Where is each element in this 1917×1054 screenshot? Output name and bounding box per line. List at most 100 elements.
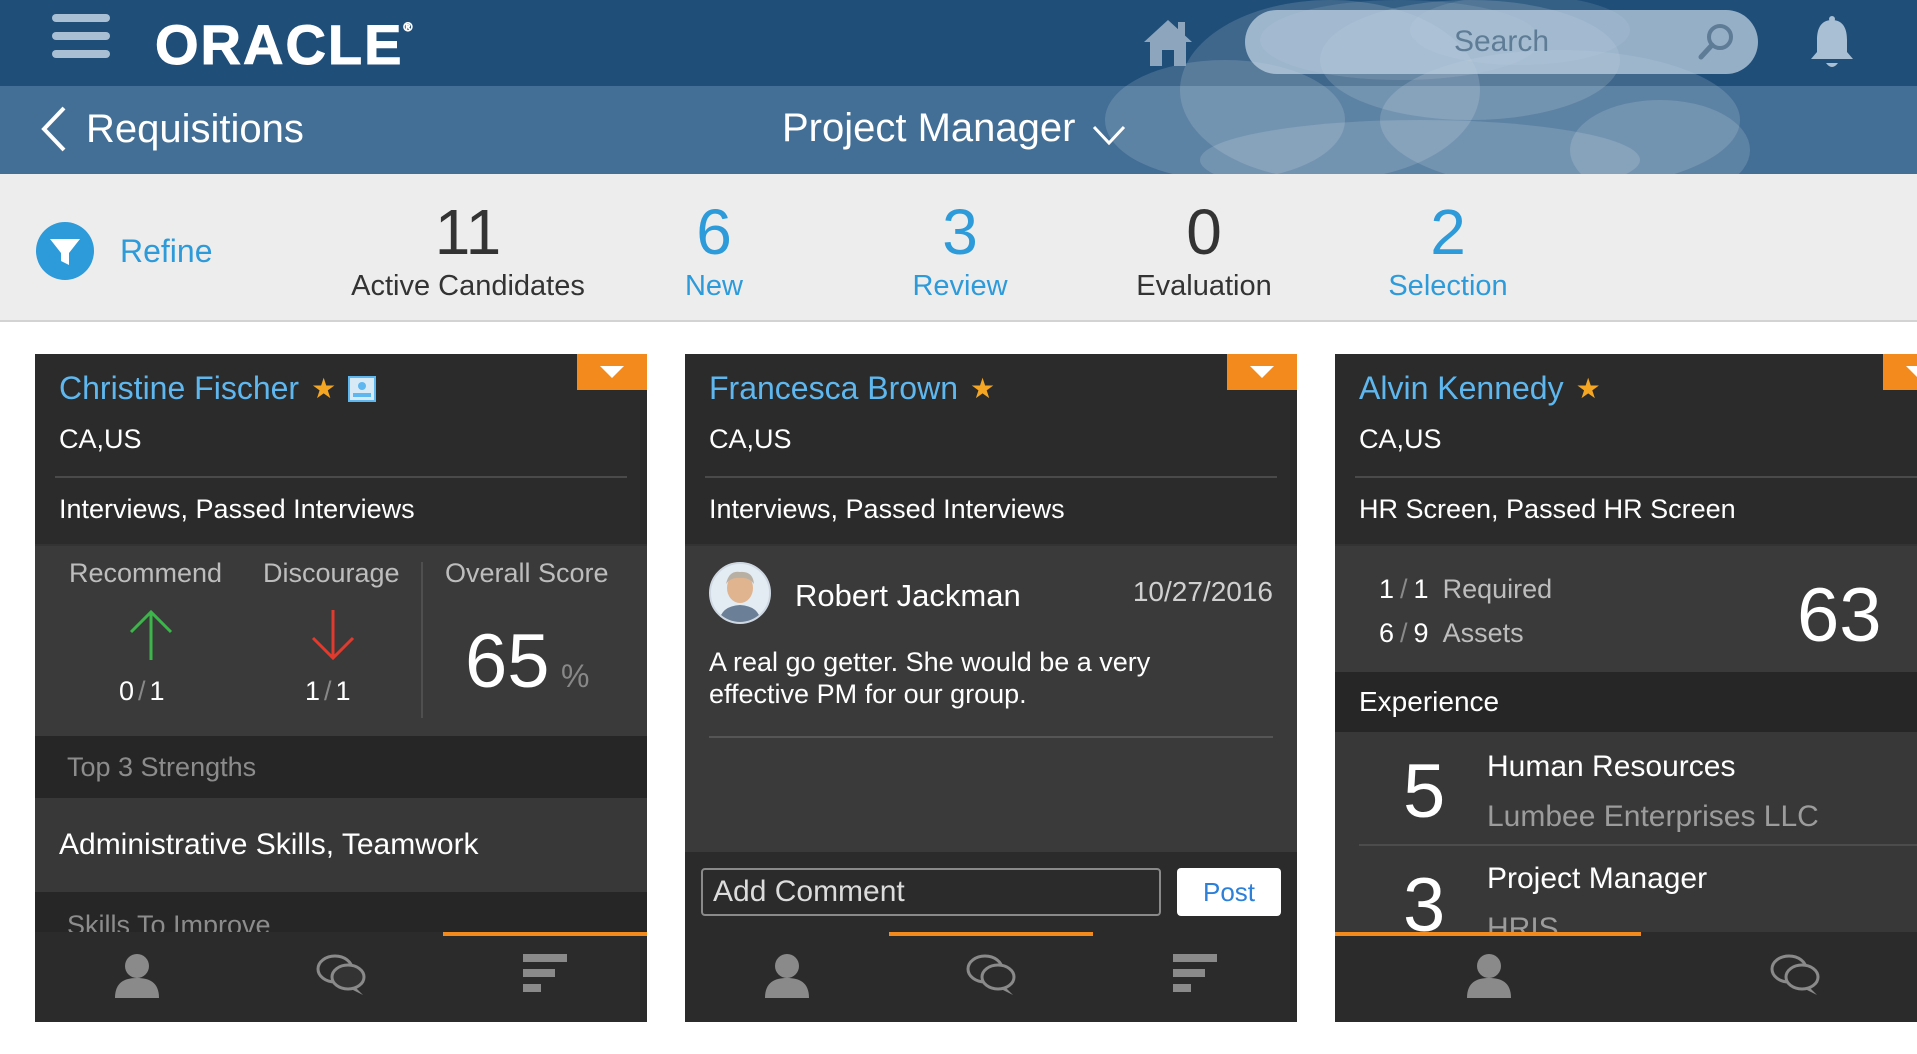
card-footer-tabs: [685, 932, 1297, 1022]
candidate-status: HR Screen, Passed HR Screen: [1359, 494, 1736, 524]
comment-bar: Post: [685, 852, 1297, 932]
experience-list: 5 Human Resources Lumbee Enterprises LLC…: [1335, 732, 1917, 948]
divider: [421, 562, 423, 718]
dropdown-caret-icon: [1906, 366, 1917, 377]
page-title: Project Manager: [782, 105, 1076, 150]
card-footer-tabs: [1335, 932, 1917, 1022]
comments-icon: [316, 954, 366, 995]
score-panel: Recommend Discourage Overall Score 0/1 1…: [35, 546, 647, 736]
refine-label: Refine: [120, 232, 213, 269]
overall-score-value: 65: [465, 619, 550, 704]
list-icon: [1173, 954, 1217, 992]
recommend-ratio: 0/1: [119, 676, 165, 706]
star-icon: ★: [969, 373, 996, 404]
strengths-value: Administrative Skills, Teamwork: [35, 798, 647, 892]
overall-score-unit: %: [561, 658, 590, 694]
list-icon: [523, 954, 567, 992]
qualification-score-value: 63: [1797, 573, 1882, 658]
assets-ratio: 6/9 Assets: [1379, 618, 1524, 648]
stat-evaluation: 0 Evaluation: [1136, 196, 1272, 302]
star-icon: ★: [1575, 373, 1601, 404]
overall-score-label: Overall Score: [445, 558, 609, 588]
stat-active-candidates: 11 Active Candidates: [351, 196, 585, 302]
candidate-status: Interviews, Passed Interviews: [709, 494, 1065, 524]
back-chevron-icon: [41, 106, 66, 152]
refine-button[interactable]: Refine: [36, 222, 213, 280]
card-header: Christine Fischer ★ CA,US Interviews, Pa…: [35, 354, 647, 544]
discourage-ratio: 1/1: [305, 676, 351, 706]
star-icon: ★: [311, 373, 337, 404]
stat-new[interactable]: 6 New: [584, 196, 844, 304]
resume-icon[interactable]: [348, 375, 377, 402]
stat-selection[interactable]: 2 Selection: [1318, 196, 1578, 304]
dropdown-caret-icon: [600, 366, 624, 378]
strengths-section-label: Top 3 Strengths: [35, 736, 647, 798]
candidate-name[interactable]: Alvin Kennedy: [1359, 370, 1564, 407]
candidate-name[interactable]: Francesca Brown: [709, 370, 958, 407]
divider: [1359, 844, 1917, 846]
person-icon: [1467, 954, 1511, 998]
back-label: Requisitions: [86, 106, 304, 151]
home-icon[interactable]: [1140, 14, 1196, 68]
experience-company: Lumbee Enterprises LLC: [1487, 800, 1819, 833]
tab-comments[interactable]: [889, 932, 1093, 1022]
stat-review[interactable]: 3 Review: [830, 196, 1090, 304]
reviewer-name: Robert Jackman: [795, 578, 1021, 613]
avatar: [709, 562, 771, 624]
candidate-location: CA,US: [709, 424, 792, 454]
tab-profile[interactable]: [35, 932, 239, 1022]
candidate-card-christine-fischer: Christine Fischer ★ CA,US Interviews, Pa…: [35, 354, 647, 1022]
recommend-label: Recommend: [69, 558, 223, 588]
oracle-logo: ORACLE®: [154, 13, 415, 77]
card-footer-tabs: [35, 932, 647, 1022]
card-header: Francesca Brown ★ CA,US Interviews, Pass…: [685, 354, 1297, 544]
arrow-up-icon[interactable]: [127, 608, 175, 662]
person-icon: [115, 954, 159, 998]
filter-icon: [36, 222, 94, 280]
candidate-card-alvin-kennedy: Alvin Kennedy ★ CA,US HR Screen, Passed …: [1335, 354, 1917, 1022]
person-icon: [765, 954, 809, 998]
add-comment-input[interactable]: [701, 868, 1161, 916]
bell-icon[interactable]: [1808, 14, 1856, 72]
comment-text: A real go getter. She would be a very ef…: [709, 647, 1151, 709]
experience-years: 5: [1403, 749, 1446, 834]
requisition-title-dropdown[interactable]: Project Manager: [782, 100, 1127, 156]
menu-icon[interactable]: [52, 14, 110, 70]
discourage-label: Discourage: [263, 558, 400, 588]
dropdown-caret-icon: [1250, 366, 1274, 378]
comment-panel: Robert Jackman 10/27/2016 A real go gett…: [685, 546, 1297, 852]
card-header: Alvin Kennedy ★ CA,US HR Screen, Passed …: [1335, 354, 1917, 544]
post-button[interactable]: Post: [1177, 868, 1281, 916]
card-menu-button[interactable]: [1227, 354, 1297, 390]
candidate-location: CA,US: [1359, 424, 1442, 454]
experience-title: Project Manager: [1487, 862, 1708, 895]
tab-details[interactable]: [1093, 932, 1297, 1022]
skills-to-improve-label: Skills To Improve: [35, 892, 647, 932]
candidate-location: CA,US: [59, 424, 142, 454]
comments-icon: [966, 954, 1016, 995]
experience-title: Human Resources: [1487, 750, 1736, 783]
tab-profile[interactable]: [1335, 932, 1641, 1022]
candidate-status: Interviews, Passed Interviews: [59, 494, 415, 524]
arrow-down-icon[interactable]: [309, 608, 357, 662]
search-input[interactable]: [1245, 10, 1758, 74]
tab-comments[interactable]: [1641, 932, 1917, 1022]
search-icon[interactable]: [1696, 22, 1736, 62]
candidate-card-francesca-brown: Francesca Brown ★ CA,US Interviews, Pass…: [685, 354, 1297, 1022]
comments-icon: [1770, 954, 1820, 995]
card-menu-button[interactable]: [577, 354, 647, 390]
chevron-down-icon: [1093, 125, 1126, 146]
back-to-requisitions[interactable]: Requisitions: [38, 104, 304, 154]
candidate-name[interactable]: Christine Fischer: [59, 370, 299, 407]
qualification-panel: 1/1Required 6/9Assets 63 %: [1335, 546, 1917, 672]
tab-profile[interactable]: [685, 932, 889, 1022]
card-menu-button[interactable]: [1883, 354, 1917, 390]
tab-details[interactable]: [443, 932, 647, 1022]
search-bar[interactable]: [1245, 10, 1758, 74]
comment-date: 10/27/2016: [1132, 576, 1273, 607]
divider: [709, 736, 1273, 738]
divider: [1355, 476, 1917, 478]
divider: [55, 476, 627, 478]
tab-comments[interactable]: [239, 932, 443, 1022]
required-ratio: 1/1 Required: [1379, 574, 1553, 604]
